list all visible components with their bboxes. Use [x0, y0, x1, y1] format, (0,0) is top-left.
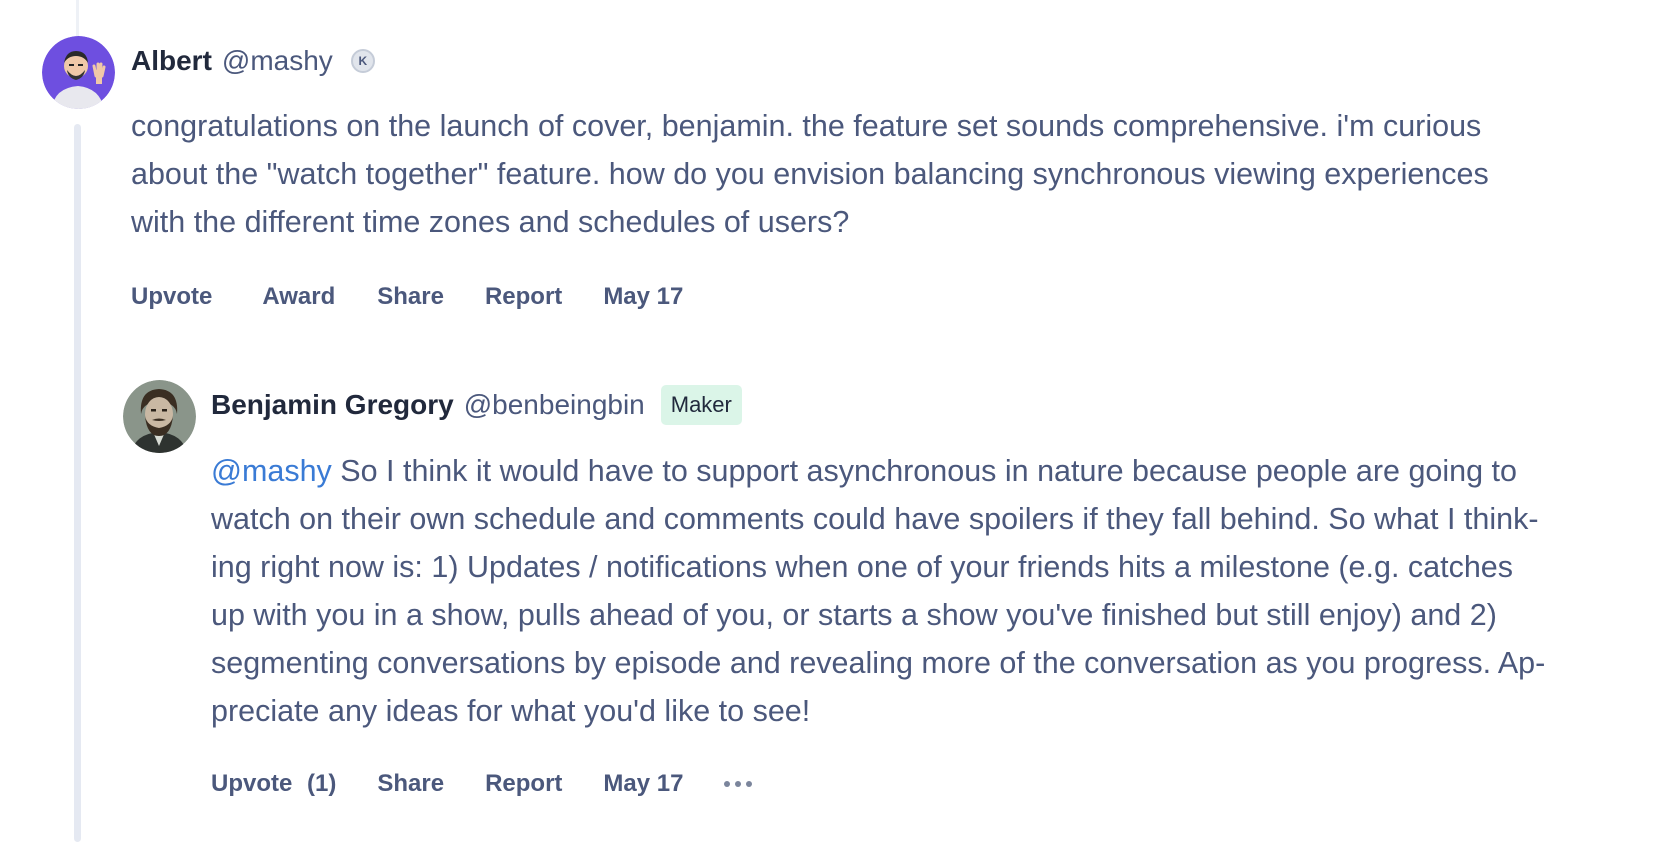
- comment-line: about the "watch together" feature. how …: [131, 157, 1489, 191]
- karma-badge: K: [350, 49, 375, 73]
- share-button[interactable]: Share: [377, 283, 444, 311]
- comment-header: Benjamin Gregory @benbeingbin Maker: [211, 385, 742, 425]
- comment-date[interactable]: May 17: [603, 770, 683, 798]
- mention-link[interactable]: @mashy: [211, 454, 332, 488]
- author-handle[interactable]: @mashy: [222, 45, 333, 77]
- avatar[interactable]: [123, 380, 196, 453]
- comment-line: with the different time zones and schedu…: [131, 205, 850, 239]
- comment-line: ing right now is: 1) Updates / notificat…: [211, 550, 1514, 584]
- award-button[interactable]: Award: [262, 283, 335, 311]
- report-button[interactable]: Report: [485, 283, 562, 311]
- more-horizontal-icon[interactable]: [724, 774, 753, 794]
- comment-body: congratulations on the launch of cover, …: [131, 102, 1661, 246]
- comment-line: congratulations on the launch of cover, …: [131, 109, 1482, 143]
- comment-actions: Upvote Award Share Report May 17: [131, 280, 683, 314]
- thread-line[interactable]: [74, 124, 81, 842]
- comment-actions: Upvote (1) Share Report May 17: [211, 767, 753, 801]
- author-name[interactable]: Albert: [131, 45, 212, 77]
- comment-body: @mashy So I think it would have to suppo…: [211, 447, 1661, 735]
- thread-line-top: [76, 0, 79, 36]
- comment-text: So I think it would have to support asyn…: [331, 454, 1517, 488]
- comment-line: watch on their own schedule and comments…: [211, 502, 1539, 536]
- upvote-button[interactable]: Upvote: [131, 283, 212, 311]
- share-button[interactable]: Share: [377, 770, 444, 798]
- comment-line: up with you in a show, pulls ahead of yo…: [211, 598, 1497, 632]
- comment-line: segmenting conversations by episode and …: [211, 646, 1546, 680]
- comment-line: @mashy So I think it would have to suppo…: [211, 447, 1661, 495]
- comment-date[interactable]: May 17: [603, 283, 683, 311]
- upvote-label: Upvote: [211, 770, 293, 797]
- upvote-count: (1): [307, 770, 337, 797]
- upvote-button[interactable]: Upvote (1): [211, 770, 336, 798]
- maker-badge: Maker: [660, 385, 742, 425]
- author-name[interactable]: Benjamin Gregory: [211, 389, 454, 421]
- author-handle[interactable]: @benbeingbin: [464, 389, 645, 421]
- report-button[interactable]: Report: [485, 770, 562, 798]
- avatar[interactable]: [42, 36, 115, 109]
- comment-line: preciate any ideas for what you'd like t…: [211, 694, 811, 728]
- comment-header: Albert @mashy K: [131, 42, 375, 80]
